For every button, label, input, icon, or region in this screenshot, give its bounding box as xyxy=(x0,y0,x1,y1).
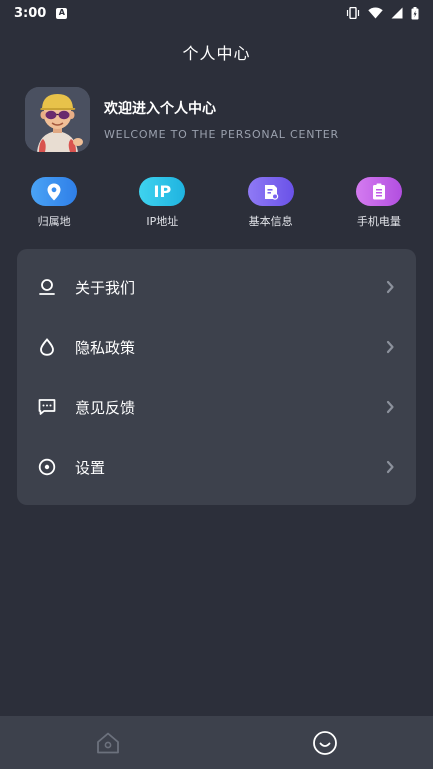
menu-item-about-us[interactable]: 关于我们 xyxy=(17,257,416,317)
chevron-right-icon xyxy=(386,460,394,474)
status-right xyxy=(346,6,419,20)
chevron-right-icon xyxy=(386,280,394,294)
profile-header: 欢迎进入个人中心 WELCOME TO THE PERSONAL CENTER xyxy=(25,87,339,152)
quick-action-basic-info[interactable]: 基本信息 xyxy=(217,177,325,229)
bottom-nav xyxy=(0,716,433,769)
feedback-chat-icon xyxy=(37,397,57,417)
status-left: 3:00 A xyxy=(14,5,68,21)
tab-profile[interactable] xyxy=(217,716,433,769)
battery-clipboard-icon xyxy=(372,183,385,200)
info-card-icon xyxy=(264,184,278,200)
wifi-icon xyxy=(368,7,383,19)
menu-item-label: 关于我们 xyxy=(75,278,136,297)
quick-action-pill xyxy=(355,177,402,206)
menu-item-label: 意见反馈 xyxy=(75,398,136,417)
welcome-subtitle: WELCOME TO THE PERSONAL CENTER xyxy=(104,128,339,141)
menu-item-feedback[interactable]: 意见反馈 xyxy=(17,377,416,437)
welcome-title: 欢迎进入个人中心 xyxy=(104,101,216,117)
quick-action-label: IP地址 xyxy=(146,215,179,228)
smile-icon xyxy=(312,730,337,755)
tab-home[interactable] xyxy=(0,716,217,769)
location-pin-icon xyxy=(47,183,61,200)
quick-action-label: 手机电量 xyxy=(356,215,401,228)
chevron-right-icon xyxy=(386,400,394,414)
quick-actions: 归属地 IP IP地址 基本信息 手机电量 xyxy=(0,177,433,229)
quick-action-ip[interactable]: IP IP地址 xyxy=(108,177,216,229)
chevron-right-icon xyxy=(386,340,394,354)
quick-action-label: 归属地 xyxy=(37,215,71,228)
settings-icon xyxy=(37,457,57,477)
menu-card: 关于我们 隐私政策 意见反馈 设置 xyxy=(17,249,416,505)
battery-icon xyxy=(411,6,419,19)
notification-icon: A xyxy=(56,7,68,19)
menu-item-privacy-policy[interactable]: 隐私政策 xyxy=(17,317,416,377)
home-icon xyxy=(97,732,120,753)
profile-text: 欢迎进入个人中心 WELCOME TO THE PERSONAL CENTER xyxy=(104,98,339,141)
page-title: 个人中心 xyxy=(182,44,251,63)
quick-action-pill xyxy=(31,177,78,206)
quick-action-label: 基本信息 xyxy=(248,215,293,228)
quick-action-battery[interactable]: 手机电量 xyxy=(325,177,433,229)
avatar-illustration xyxy=(25,87,90,152)
quick-action-location[interactable]: 归属地 xyxy=(0,177,108,229)
menu-item-label: 隐私政策 xyxy=(75,338,136,357)
quick-action-pill: IP xyxy=(139,177,186,206)
ip-text-icon: IP xyxy=(153,182,172,201)
status-bar: 3:00 A xyxy=(0,0,433,26)
vibrate-icon xyxy=(346,7,360,19)
menu-item-label: 设置 xyxy=(75,458,106,477)
status-time: 3:00 xyxy=(14,5,47,21)
notification-glyph: A xyxy=(58,8,65,17)
menu-item-settings[interactable]: 设置 xyxy=(17,437,416,497)
drop-icon xyxy=(37,337,57,357)
avatar[interactable] xyxy=(25,87,90,152)
quick-action-pill xyxy=(247,177,294,206)
signal-icon xyxy=(391,7,403,19)
person-icon xyxy=(37,277,57,297)
